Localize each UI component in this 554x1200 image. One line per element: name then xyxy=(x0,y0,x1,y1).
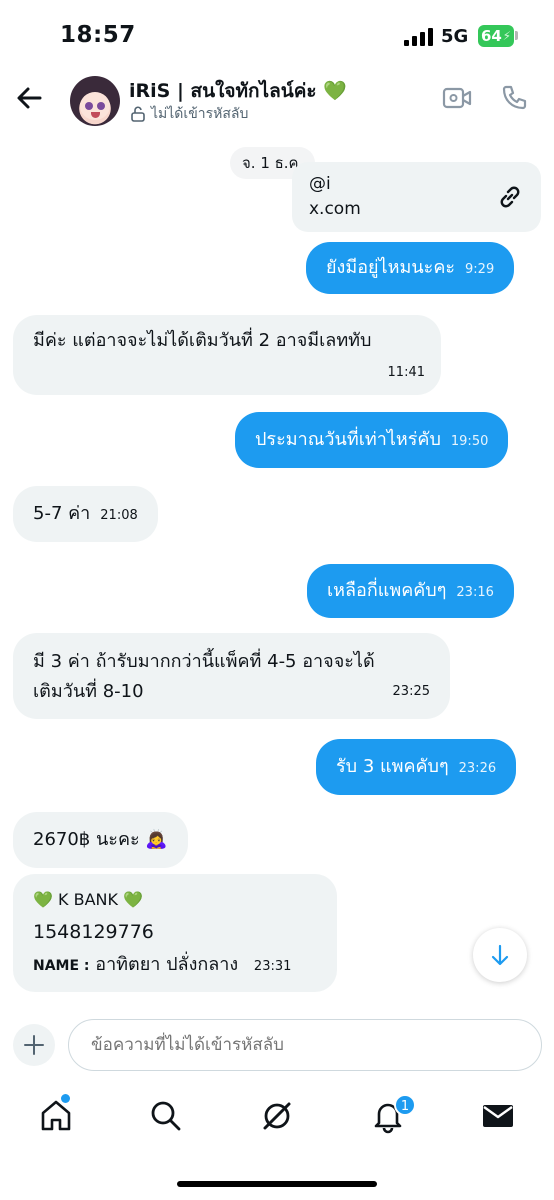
message-time: 23:16 xyxy=(456,585,494,600)
mail-icon xyxy=(483,1105,513,1127)
link-handle: @i xyxy=(309,174,331,194)
message-outgoing[interactable]: รับ 3 แพคคับๆ 23:26 xyxy=(316,739,517,795)
battery-icon: 64 ⚡ xyxy=(478,25,514,47)
home-indicator xyxy=(177,1181,377,1187)
message-outgoing[interactable]: ประมาณวันที่เท่าไหร่คับ 19:50 xyxy=(235,412,509,468)
status-bar: 18:57 5G 64 ⚡ xyxy=(0,0,554,70)
lock-open-icon xyxy=(131,106,145,122)
arrow-left-icon xyxy=(17,87,42,109)
message-time: 9:29 xyxy=(465,262,495,277)
contact-name[interactable]: iRiS | สนใจทักไลน์ค่ะ 💚 xyxy=(129,76,347,106)
message-outgoing[interactable]: เหลือกี่แพคคับๆ 23:16 xyxy=(307,564,514,618)
composer xyxy=(0,1010,554,1080)
scroll-to-bottom-button[interactable] xyxy=(473,928,527,982)
video-call-button[interactable] xyxy=(442,86,472,110)
voice-call-button[interactable] xyxy=(500,84,528,112)
chat-header: iRiS | สนใจทักไลน์ค่ะ 💚 ไม่ได้เข้ารหัสลั… xyxy=(0,68,554,130)
message-input[interactable] xyxy=(68,1019,542,1071)
message-incoming[interactable]: 2670฿ นะคะ 🙇‍♀️ xyxy=(13,812,188,868)
message-time: 23:26 xyxy=(458,761,497,776)
message-time: 21:08 xyxy=(100,508,138,523)
signal-icon xyxy=(404,28,434,46)
search-icon xyxy=(151,1101,181,1131)
message-list[interactable]: จ. 1 ธ.ค. @i x.com ยังมีอยู่ไหมนะคะ 9:29 … xyxy=(0,130,554,1010)
link-icon xyxy=(500,186,520,208)
arrow-down-icon xyxy=(491,944,509,966)
back-button[interactable] xyxy=(14,82,46,114)
phone-icon xyxy=(502,85,527,110)
green-heart-icon: 💚 xyxy=(323,80,347,102)
message-time: 23:25 xyxy=(392,684,430,699)
link-preview-card[interactable]: @i x.com xyxy=(292,162,541,232)
grok-icon xyxy=(263,1102,291,1130)
encryption-status: ไม่ได้เข้ารหัสลับ xyxy=(131,103,248,125)
message-time: 23:31 xyxy=(253,959,292,974)
plus-icon xyxy=(24,1035,44,1055)
status-time: 18:57 xyxy=(60,22,136,48)
message-outgoing[interactable]: ยังมีอยู่ไหมนะคะ 9:29 xyxy=(306,242,515,294)
home-unread-dot xyxy=(61,1094,70,1103)
nav-home[interactable] xyxy=(38,1098,74,1134)
bowing-emoji: 🙇‍♀️ xyxy=(145,829,168,850)
battery-level: 64 xyxy=(481,27,502,45)
message-time: 19:50 xyxy=(450,434,489,449)
avatar[interactable] xyxy=(70,76,120,126)
video-camera-icon xyxy=(442,87,472,109)
account-number: 1548129776 xyxy=(33,921,154,943)
message-time: 11:41 xyxy=(387,365,425,380)
network-label: 5G xyxy=(441,26,469,47)
nav-grok[interactable] xyxy=(259,1098,295,1134)
link-domain: x.com xyxy=(309,199,361,219)
message-incoming[interactable]: 💚 K BANK 💚 1548129776 NAME : อาทิตยา ปลั… xyxy=(13,874,337,992)
message-incoming[interactable]: มี 3 ค่า ถ้ารับมากกว่านี้แพ็คที่ 4-5 อาจ… xyxy=(13,633,450,719)
add-media-button[interactable] xyxy=(13,1024,55,1066)
home-icon xyxy=(41,1100,71,1131)
message-incoming[interactable]: 5-7 ค่า 21:08 xyxy=(13,486,158,542)
message-incoming[interactable]: มีค่ะ แต่อาจจะไม่ได้เติมวันที่ 2 อาจมีเล… xyxy=(13,315,441,395)
green-heart-icon: 💚 xyxy=(123,890,143,909)
green-heart-icon: 💚 xyxy=(33,890,53,909)
nav-messages[interactable] xyxy=(480,1098,516,1134)
nav-search[interactable] xyxy=(148,1098,184,1134)
notification-badge: 1 xyxy=(394,1094,416,1116)
